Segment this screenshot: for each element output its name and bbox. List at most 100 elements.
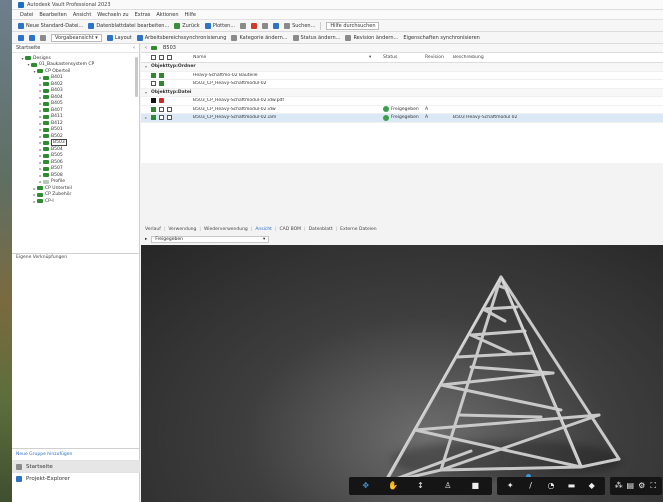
tree-item-label: B402 (51, 81, 63, 87)
column-icon[interactable] (151, 55, 156, 60)
tab-divider: | (250, 227, 253, 232)
nav-back-icon[interactable]: ‹ (145, 45, 147, 51)
settings-icon[interactable]: ⚙ (636, 482, 648, 490)
forward-arrow-icon[interactable] (29, 34, 35, 41)
walk-icon[interactable]: ♙ (442, 482, 454, 490)
zoom-icon[interactable]: ↕ (414, 482, 426, 490)
menu-bearbeiten[interactable]: Bearbeiten (39, 12, 66, 18)
measure-icon[interactable]: / (525, 482, 537, 490)
properties-icon[interactable]: ▤ (625, 482, 637, 490)
back-button[interactable]: Zurück (174, 22, 200, 29)
tree-item-label: CP Unterteil (45, 185, 72, 191)
tab-item[interactable]: Verlauf (145, 227, 161, 232)
menu-ansicht[interactable]: Ansicht (73, 12, 91, 18)
back-arrow-icon[interactable] (18, 34, 24, 41)
markup-icon[interactable]: ◔ (545, 482, 557, 490)
column-icon[interactable] (159, 55, 164, 60)
collapse-arrow-icon[interactable]: ▾ (141, 64, 151, 69)
tree-scrollbar[interactable] (135, 57, 138, 97)
breadcrumb-current[interactable]: B503 (163, 45, 176, 51)
sync-properties-button[interactable]: Eigenschaften synchronisieren (403, 35, 480, 41)
column-status[interactable]: Status (383, 55, 425, 60)
orbit-icon[interactable]: ✥ (360, 482, 372, 490)
menu-extras[interactable]: Extras (135, 12, 151, 18)
rename-icon[interactable] (273, 22, 280, 29)
table-row[interactable]: B503_CP_Heavy-Schaftmodul-02 (141, 80, 663, 89)
tab-item[interactable]: Verwendung (168, 227, 196, 232)
new-standard-file-button[interactable]: Neue Standard-Datei... (18, 22, 83, 29)
help-search-input[interactable]: Hilfe durchsuchen (326, 21, 380, 30)
column-name[interactable]: Name (193, 55, 369, 60)
folder-icon (31, 62, 37, 67)
folder-icon (43, 114, 49, 119)
search-button[interactable]: Suchen... (284, 22, 315, 29)
document-icon (167, 115, 172, 121)
document-icon (151, 81, 156, 87)
tree-item-label: B412 (51, 120, 63, 126)
nav-project-explorer[interactable]: Projekt-Explorer (12, 472, 140, 484)
camera-icon[interactable]: ■ (469, 482, 481, 490)
section-icon[interactable]: ▬ (565, 482, 577, 490)
plot-button[interactable]: Plotten... (204, 22, 235, 29)
group-row[interactable]: ▾ Objekttyp:Datei (141, 88, 663, 97)
row-description: B503 Heavy-Schaftmodul 02 (453, 115, 518, 121)
copy-icon[interactable] (262, 22, 269, 29)
menu-datei[interactable]: Datei (20, 12, 33, 18)
folder-up-icon[interactable] (40, 34, 46, 41)
revision-filter-select[interactable]: Freigegeben ▾ (151, 236, 270, 243)
folder-icon (43, 179, 49, 184)
column-description[interactable]: Beschreibung (453, 55, 573, 60)
tower-model[interactable] (141, 245, 663, 502)
change-revision-button[interactable]: Revision ändern... (345, 34, 398, 41)
change-status-button[interactable]: Status ändern... (292, 34, 340, 41)
folder-icon (37, 192, 43, 197)
sync-icon (136, 34, 143, 41)
folder-icon (37, 69, 43, 74)
model-icon[interactable]: ◆ (586, 482, 598, 490)
group-row[interactable]: ▾ Objekttyp:Ordner (141, 63, 663, 72)
view-select[interactable]: Vorgabeansicht ▾ (51, 33, 102, 42)
menu-wechseln-zu[interactable]: Wechseln zu (97, 12, 128, 18)
change-category-button[interactable]: Kategorie ändern... (231, 34, 288, 41)
folder-icon (43, 88, 49, 93)
row-name: Heavy-Schaftmo-02 Bauteile (193, 72, 258, 78)
tab-item[interactable]: CAD BOM (279, 227, 301, 232)
collapse-arrow-icon[interactable]: ▾ (141, 90, 151, 95)
table-row[interactable]: ▸ B503_CP_Heavy-Schaftmodul-02.iam Freigeg… (141, 114, 663, 123)
chevron-down-icon: ▾ (263, 237, 266, 242)
structure-icon[interactable]: ⁂ (613, 482, 625, 490)
column-revision[interactable]: Revision (425, 55, 453, 60)
layout-button[interactable]: Layout (106, 34, 132, 41)
print-icon[interactable] (240, 22, 247, 29)
category-icon (231, 34, 238, 41)
folder-icon (43, 95, 49, 100)
tab-item[interactable]: Datenblatt (309, 227, 333, 232)
edit-datasheet-button[interactable]: Datenblattdatei bearbeiten... (88, 22, 169, 29)
collapse-pane-icon[interactable]: ‹ (133, 45, 135, 51)
3d-viewer[interactable]: ✥ ✋ ↕ ♙ ■ ✦ / ◔ ▬ ◆ ⁂ ▤ ⚙ ⛶ (141, 245, 663, 502)
tab-item[interactable]: Ansicht (255, 227, 272, 232)
column-icon[interactable] (167, 55, 172, 60)
add-group-link[interactable]: Neue Gruppe hinzufügen (12, 449, 140, 460)
nav-startseite[interactable]: Startseite (12, 460, 140, 472)
tab-item[interactable]: Externe Dateien (340, 227, 377, 232)
tree-item[interactable]: ▸ CP-I (12, 198, 139, 205)
table-row[interactable]: Heavy-Schaftmo-02 Bauteile (141, 72, 663, 80)
sort-icon[interactable]: ▾ (369, 55, 383, 60)
document-icon (159, 106, 164, 112)
delete-icon[interactable] (251, 22, 258, 29)
row-icons (151, 106, 193, 112)
tree-item-label: B403 (51, 88, 63, 94)
table-row[interactable]: B503_CP_Heavy-Schaftmodul-02.idw Freigege… (141, 106, 663, 114)
tab-item[interactable]: Wiederverwendung (204, 227, 248, 232)
row-revision: A (425, 115, 429, 121)
menu-hilfe[interactable]: Hilfe (185, 12, 196, 18)
row-revision: A (425, 106, 429, 112)
table-row[interactable]: B503_CP_Heavy-Schaftmodul-02.idw.pdf (141, 97, 663, 106)
menu-aktionen[interactable]: Aktionen (156, 12, 178, 18)
hand-icon[interactable]: ✋ (387, 482, 399, 490)
explode-icon[interactable]: ✦ (504, 482, 516, 490)
folder-icon (151, 115, 156, 121)
workspace-sync-button[interactable]: Arbeitsbereichssynchronisierung (136, 34, 226, 41)
fullscreen-icon[interactable]: ⛶ (648, 482, 660, 490)
